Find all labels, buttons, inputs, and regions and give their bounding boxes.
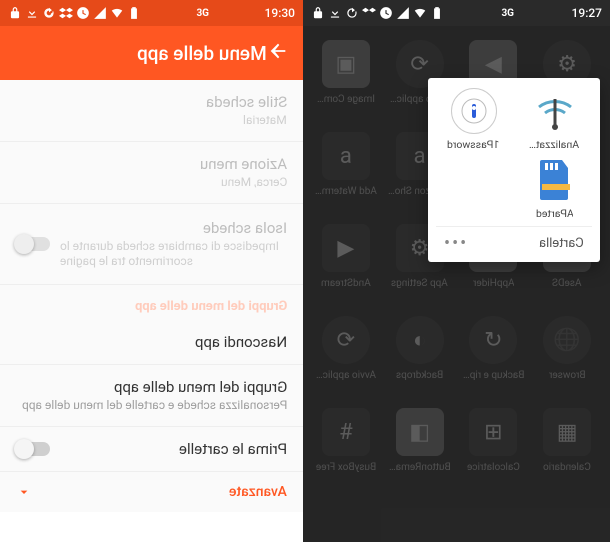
signal-icon [93, 6, 107, 20]
row-sub: Personalizza schede e cartelle del menu … [22, 398, 287, 413]
row-title: Nascondi app [195, 333, 287, 351]
row-prima-cartelle[interactable]: Prima le cartelle [0, 427, 303, 472]
row-azione-menu[interactable]: Azione menu Cerca, Menu [0, 142, 303, 204]
status-bar-right: 19:27 3G [303, 0, 610, 26]
popup-footer: ••• Cartella [436, 226, 592, 256]
folder-popup[interactable]: 1Password Analizzat… AParted ••• [428, 78, 600, 262]
1password-icon [451, 88, 497, 134]
battery-icon [127, 6, 141, 20]
sdcard-icon [532, 157, 578, 203]
signal-icon [396, 6, 410, 20]
chevron-down-icon [16, 484, 32, 500]
row-sub: Material [243, 113, 287, 128]
battery-icon [430, 6, 444, 20]
row-sub: Cerca, Menu [221, 175, 287, 190]
dropbox-icon [59, 6, 73, 20]
popup-item-1password[interactable]: 1Password [436, 88, 511, 151]
avanzate-label: Avanzate [229, 484, 287, 500]
wifi-icon [110, 6, 124, 20]
row-title: Prima le cartelle [179, 440, 287, 458]
popup-label: Analizzat… [529, 138, 579, 151]
status-3g: 3G [197, 8, 210, 19]
clock-icon [76, 6, 90, 20]
clock-icon [379, 6, 393, 20]
download-icon [328, 6, 342, 20]
toggle-isola[interactable] [16, 237, 50, 251]
row-title: Azione menu [200, 155, 287, 173]
status-icons [311, 6, 444, 20]
row-title: Gruppi del menu delle app [114, 378, 287, 396]
status-time: 19:27 [572, 6, 602, 20]
wifi-icon [413, 6, 427, 20]
wifi-scan-icon [532, 88, 578, 134]
lock-icon [8, 6, 22, 20]
settings-list: Stile scheda Material Azione menu Cerca,… [0, 80, 303, 512]
section-gruppi-disabled: Gruppi del menu delle app [0, 285, 303, 320]
left-screenshot: 19:30 3G Menu delle app Stile scheda Mat… [0, 0, 303, 542]
app-bar: Menu delle app [0, 26, 303, 80]
back-arrow-icon[interactable] [267, 40, 289, 66]
row-title: Stile scheda [206, 93, 287, 111]
row-nascondi-app[interactable]: Nascondi app [0, 320, 303, 365]
dropbox-icon [362, 6, 376, 20]
more-icon[interactable]: ••• [444, 233, 468, 254]
sync-icon [345, 6, 359, 20]
row-isola-schede[interactable]: Isola schede Impedisce di cambiare sched… [0, 204, 303, 285]
lock-icon [311, 6, 325, 20]
status-icons [8, 6, 141, 20]
popup-footer-label: Cartella [539, 236, 584, 251]
right-screenshot: 19:27 3G ▣Image Com… ⟳Avvio applic… ◀ ⚙ … [303, 0, 610, 542]
status-bar-left: 19:30 3G [0, 0, 303, 26]
row-gruppi-menu[interactable]: Gruppi del menu delle app Personalizza s… [0, 365, 303, 427]
download-icon [25, 6, 39, 20]
popup-item-analizzat[interactable]: Analizzat… [517, 88, 592, 151]
row-sub: Impedisce di cambiare scheda durante lo … [60, 239, 287, 269]
toggle-prima-cartelle[interactable] [16, 442, 50, 456]
status-time: 19:30 [265, 6, 295, 20]
row-title: Isola schede [203, 219, 287, 237]
popup-item-aparted[interactable]: AParted [517, 157, 592, 220]
status-3g: 3G [502, 8, 515, 19]
sync-icon [42, 6, 56, 20]
popup-label: 1Password [447, 138, 499, 151]
app-bar-title: Menu delle app [14, 42, 267, 65]
row-avanzate[interactable]: Avanzate [0, 472, 303, 512]
row-stile-scheda[interactable]: Stile scheda Material [0, 80, 303, 142]
popup-label: AParted [536, 207, 574, 220]
